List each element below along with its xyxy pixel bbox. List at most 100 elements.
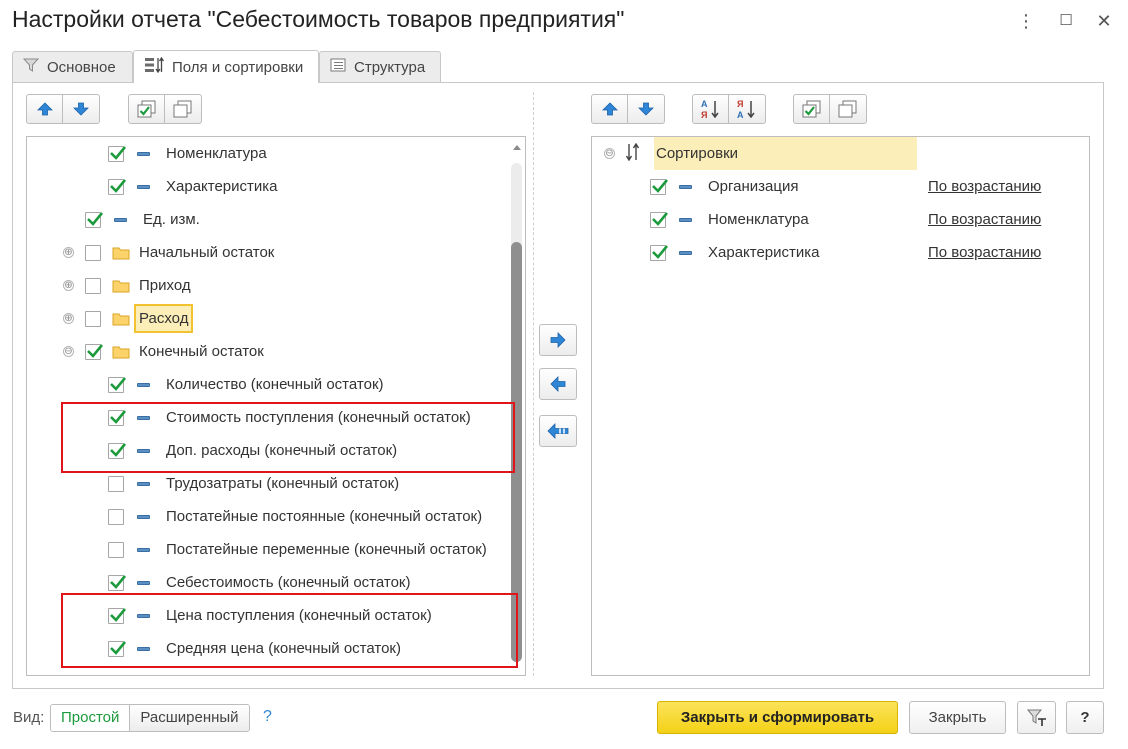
- sort-direction-link[interactable]: По возрастанию: [928, 170, 1041, 203]
- scroll-up-icon[interactable]: [513, 145, 521, 150]
- help-link-icon[interactable]: ?: [263, 708, 272, 726]
- view-simple-button[interactable]: Простой: [51, 705, 131, 731]
- view-label: Вид:: [13, 709, 45, 726]
- field-label: Постатейные постоянные (конечный остаток…: [166, 508, 483, 525]
- expand-icon[interactable]: ⊕: [63, 247, 74, 258]
- sort-root-label: Сортировки: [656, 145, 739, 162]
- view-switch: Простой Расширенный: [50, 704, 250, 732]
- field-icon: [137, 481, 150, 486]
- sort-direction-link[interactable]: По возрастанию: [928, 236, 1041, 269]
- help-button[interactable]: ?: [1066, 701, 1104, 734]
- check-all-button[interactable]: [128, 94, 165, 124]
- left-check-group: [128, 94, 202, 124]
- folder-icon: [112, 345, 130, 359]
- view-extended-button[interactable]: Расширенный: [130, 705, 249, 731]
- checkbox-unchecked[interactable]: [108, 508, 124, 525]
- svg-text:А: А: [737, 110, 744, 120]
- field-icon: [137, 580, 150, 585]
- tab-main-label: Основное: [47, 58, 116, 76]
- arrow-up-icon: [36, 102, 53, 116]
- expand-icon[interactable]: ⊕: [63, 313, 74, 324]
- tab-structure[interactable]: Структура: [319, 51, 441, 82]
- expand-icon[interactable]: ⊕: [63, 280, 74, 291]
- svg-text:Я: Я: [701, 110, 707, 120]
- field-label: Характеристика: [166, 178, 278, 195]
- checkbox-unchecked[interactable]: [85, 277, 101, 294]
- arrow-left-double-icon: [547, 423, 569, 439]
- sort-row[interactable]: Организация: [650, 170, 798, 203]
- sort-root-row[interactable]: ⊖: [604, 137, 641, 170]
- checkbox-checked[interactable]: [108, 178, 127, 195]
- sort-uncheck-all-button[interactable]: [830, 94, 867, 124]
- uncheck-all-button[interactable]: [165, 94, 202, 124]
- tree-row-selected[interactable]: ⊕ Расход: [63, 302, 194, 335]
- field-label: Себестоимость (конечный остаток): [166, 574, 411, 591]
- sort-row[interactable]: Характеристика: [650, 236, 820, 269]
- filter-icon: [22, 58, 40, 76]
- field-icon: [114, 217, 127, 222]
- move-up-button[interactable]: [26, 94, 63, 124]
- maximize-icon[interactable]: ☐: [1055, 10, 1077, 32]
- right-move-group: [591, 94, 665, 124]
- field-icon: [137, 184, 150, 189]
- field-label: Ед. изм.: [143, 211, 200, 228]
- sort-direction-link[interactable]: По возрастанию: [928, 203, 1041, 236]
- tree-row[interactable]: Постатейные постоянные (конечный остаток…: [108, 500, 482, 533]
- tree-row[interactable]: Количество (конечный остаток): [108, 368, 384, 401]
- tree-row[interactable]: Номенклатура: [108, 137, 267, 170]
- folder-icon: [112, 279, 130, 293]
- sort-descending-icon: Я А: [737, 99, 755, 120]
- add-field-button[interactable]: [539, 324, 577, 356]
- checkbox-checked[interactable]: [650, 211, 669, 228]
- checkbox-unchecked[interactable]: [108, 541, 124, 558]
- move-down-button[interactable]: [63, 94, 100, 124]
- arrow-down-icon: [638, 102, 654, 116]
- checkbox-checked[interactable]: [108, 376, 127, 393]
- collapse-icon[interactable]: ⊖: [604, 148, 615, 159]
- arrow-up-icon: [601, 102, 618, 116]
- checkbox-checked[interactable]: [108, 574, 127, 591]
- close-button[interactable]: Закрыть: [909, 701, 1006, 734]
- field-icon: [679, 217, 692, 222]
- field-icon: [137, 151, 150, 156]
- sort-root-highlight[interactable]: Сортировки: [654, 137, 917, 170]
- checkbox-checked[interactable]: [650, 178, 669, 195]
- arrow-right-icon: [550, 332, 566, 348]
- tree-row[interactable]: ⊕ Начальный остаток: [63, 236, 274, 269]
- tree-row[interactable]: Постатейные переменные (конечный остаток…: [108, 533, 487, 566]
- remove-field-button[interactable]: [539, 368, 577, 400]
- tree-row[interactable]: ⊖ Конечный остаток: [63, 335, 264, 368]
- checkbox-unchecked[interactable]: [85, 310, 101, 327]
- tab-main[interactable]: Основное: [12, 51, 133, 82]
- checkbox-checked[interactable]: [85, 343, 104, 360]
- checkbox-unchecked[interactable]: [108, 475, 124, 492]
- sort-check-all-button[interactable]: [793, 94, 830, 124]
- tree-row[interactable]: ⊕ Приход: [63, 269, 191, 302]
- fields-sort-icon: [144, 56, 165, 77]
- sort-field-label: Номенклатура: [708, 211, 809, 228]
- sort-field-label: Характеристика: [708, 244, 820, 261]
- tab-fields-sort[interactable]: Поля и сортировки: [133, 50, 319, 83]
- remove-all-fields-button[interactable]: [539, 415, 577, 447]
- filter-t-icon: [1026, 709, 1046, 726]
- close-icon[interactable]: ✕: [1093, 10, 1115, 32]
- tree-row[interactable]: Ед. изм.: [85, 203, 200, 236]
- uncheck-all-icon: [838, 100, 857, 118]
- close-and-generate-button[interactable]: Закрыть и сформировать: [657, 701, 898, 734]
- filter-settings-button[interactable]: [1017, 701, 1056, 734]
- sort-ascending-button[interactable]: А Я: [692, 94, 729, 124]
- checkbox-checked[interactable]: [650, 244, 669, 261]
- more-menu-icon[interactable]: ⋮: [1015, 10, 1037, 32]
- sort-move-up-button[interactable]: [591, 94, 628, 124]
- tree-row[interactable]: Характеристика: [108, 170, 278, 203]
- panel-divider: [533, 92, 534, 676]
- sort-move-down-button[interactable]: [628, 94, 665, 124]
- collapse-icon[interactable]: ⊖: [63, 346, 74, 357]
- sort-row[interactable]: Номенклатура: [650, 203, 809, 236]
- field-label: Номенклатура: [166, 145, 267, 162]
- checkbox-checked[interactable]: [108, 145, 127, 162]
- checkbox-unchecked[interactable]: [85, 244, 101, 261]
- sort-descending-button[interactable]: Я А: [729, 94, 766, 124]
- field-label: Расход: [134, 304, 194, 333]
- checkbox-checked[interactable]: [85, 211, 104, 228]
